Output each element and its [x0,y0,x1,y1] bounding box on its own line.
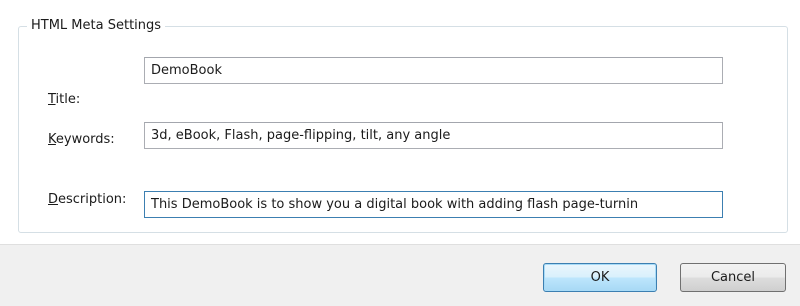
groupbox-title: HTML Meta Settings [27,18,166,34]
description-label: Description: [48,192,127,207]
keywords-label: Keywords: [48,132,115,147]
ok-button[interactable]: OK [543,263,657,292]
title-label: Title: [48,92,81,107]
cancel-button[interactable]: Cancel [680,263,786,292]
dialog-footer: OK Cancel [0,244,800,306]
description-input[interactable]: This DemoBook is to show you a digital b… [144,191,723,218]
meta-settings-dialog: HTML Meta Settings Title: DemoBook Keywo… [0,0,800,306]
title-input[interactable]: DemoBook [144,57,723,84]
keywords-input[interactable]: 3d, eBook, Flash, page-flipping, tilt, a… [144,122,723,149]
